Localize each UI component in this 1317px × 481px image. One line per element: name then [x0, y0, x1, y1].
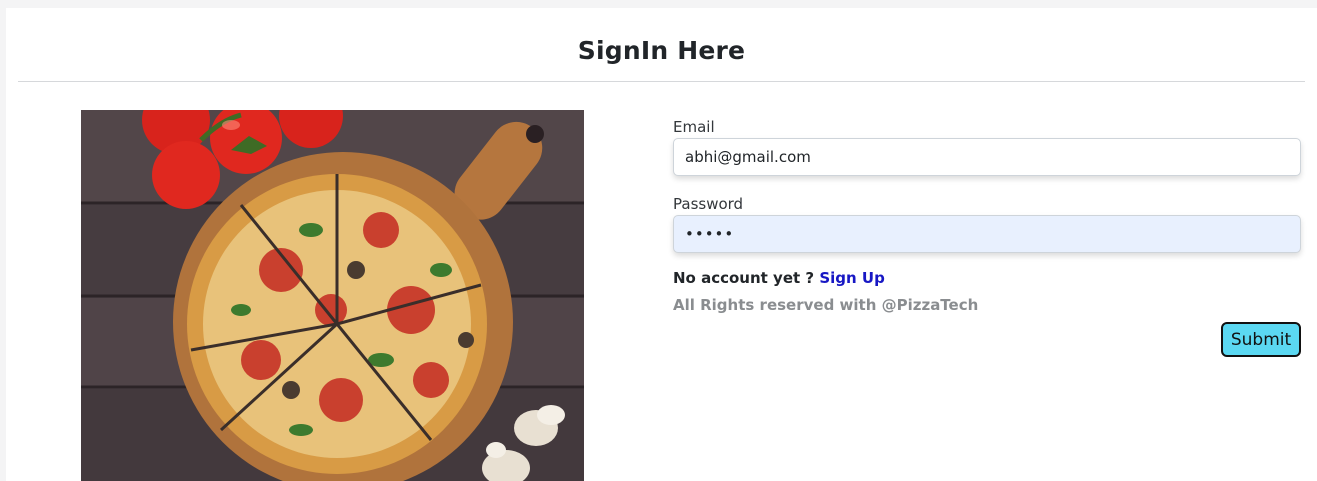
- submit-button[interactable]: Submit: [1221, 322, 1301, 357]
- signup-link[interactable]: Sign Up: [819, 269, 885, 287]
- pizza-image: [81, 110, 584, 481]
- password-input[interactable]: [673, 215, 1301, 253]
- email-label: Email: [673, 118, 715, 136]
- password-label: Password: [673, 195, 744, 213]
- no-account-text: No account yet ?: [673, 269, 815, 287]
- no-account-line: No account yet ? Sign Up: [673, 269, 885, 287]
- page-title: SignIn Here: [577, 36, 746, 65]
- signin-card: SignIn Here Email abhi@gmail.com Passwor…: [6, 8, 1317, 481]
- rights-text: All Rights reserved with @PizzaTech: [673, 296, 979, 314]
- title-divider: [18, 81, 1305, 82]
- email-input[interactable]: [673, 138, 1301, 176]
